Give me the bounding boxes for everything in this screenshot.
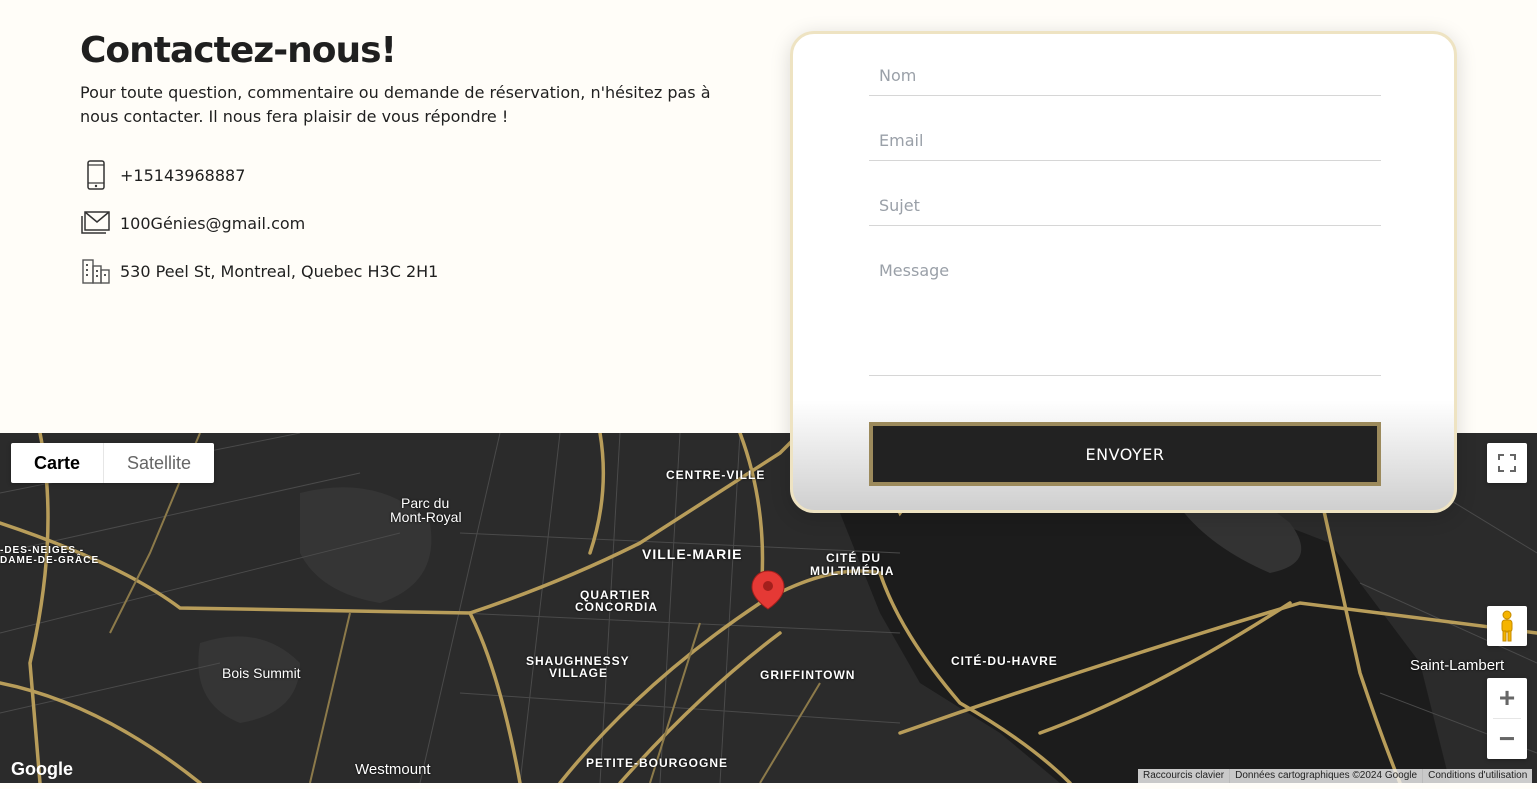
mail-icon	[80, 207, 112, 239]
zoom-out-button[interactable]: −	[1487, 719, 1527, 759]
email-input[interactable]	[869, 121, 1381, 160]
map-label: GRIFFINTOWN	[760, 668, 856, 682]
email-field-wrapper	[869, 121, 1381, 161]
map-label: PETITE-BOURGOGNE	[586, 756, 729, 770]
email-row: 100Génies@gmail.com	[80, 199, 720, 247]
name-field-wrapper	[869, 56, 1381, 96]
map-label: CITÉ DU	[826, 551, 881, 565]
pegman-icon	[1501, 610, 1513, 642]
map-label: CITÉ-DU-HAVRE	[951, 654, 1058, 668]
submit-button[interactable]: ENVOYER	[869, 422, 1381, 486]
address-row: 530 Peel St, Montreal, Quebec H3C 2H1	[80, 247, 720, 295]
map-label: Saint-Lambert	[1410, 657, 1505, 674]
name-input[interactable]	[869, 56, 1381, 95]
map-label: VILLE-MARIE	[642, 546, 743, 562]
map-label: Westmount	[355, 761, 431, 778]
map-label: VILLAGE	[549, 666, 609, 680]
contact-section: Contactez-nous! Pour toute question, com…	[80, 30, 720, 295]
map-type-map-button[interactable]: Carte	[11, 443, 103, 483]
intro-text: Pour toute question, commentaire ou dema…	[80, 83, 711, 126]
email-address[interactable]: 100Génies@gmail.com	[120, 214, 305, 233]
map-label: Mont-Royal	[390, 509, 462, 525]
phone-row: +15143968887	[80, 151, 720, 199]
zoom-in-button[interactable]: +	[1487, 678, 1527, 718]
map-type-satellite-button[interactable]: Satellite	[103, 443, 214, 483]
map-data-text: Données cartographiques ©2024 Google	[1229, 769, 1422, 783]
map-label: CONCORDIA	[575, 600, 658, 614]
message-input[interactable]	[869, 251, 1381, 371]
contact-page: Contactez-nous! Pour toute question, com…	[0, 0, 1537, 789]
zoom-control: + −	[1487, 678, 1527, 759]
fullscreen-button[interactable]	[1487, 443, 1527, 483]
subject-input[interactable]	[869, 186, 1381, 225]
map-label: CENTRE-VILLE	[666, 468, 766, 482]
subject-field-wrapper	[869, 186, 1381, 226]
map-label: MULTIMÉDIA	[810, 564, 895, 578]
contact-form: ENVOYER	[790, 31, 1457, 513]
phone-icon	[80, 159, 112, 191]
message-field-wrapper	[869, 251, 1381, 376]
keyboard-shortcuts-link[interactable]: Raccourcis clavier	[1138, 769, 1229, 783]
map-label: Bois Summit	[222, 665, 301, 681]
map-attribution: Raccourcis clavier Données cartographiqu…	[1138, 769, 1533, 783]
phone-number[interactable]: +15143968887	[120, 166, 245, 185]
page-title: Contactez-nous!	[80, 30, 397, 71]
map-type-control: Carte Satellite	[11, 443, 215, 483]
fullscreen-icon	[1498, 454, 1516, 472]
address-text: 530 Peel St, Montreal, Quebec H3C 2H1	[120, 261, 439, 281]
google-logo[interactable]: Google	[11, 759, 73, 780]
map-label: DAME-DE-GRÂCE	[0, 555, 100, 566]
street-view-button[interactable]	[1487, 606, 1527, 646]
terms-link[interactable]: Conditions d'utilisation	[1422, 769, 1532, 783]
building-icon	[80, 255, 112, 287]
